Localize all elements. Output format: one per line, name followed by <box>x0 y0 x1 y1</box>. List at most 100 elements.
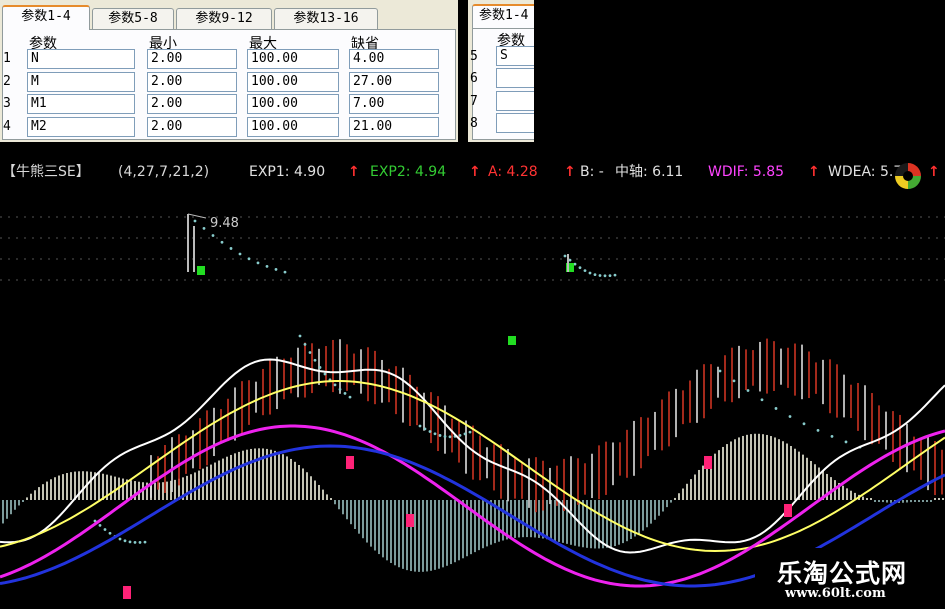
histogram-bar <box>302 468 304 500</box>
param-max-field[interactable]: 100.00 <box>247 94 339 114</box>
price-bar <box>675 388 677 438</box>
histogram-bar <box>50 479 52 500</box>
histogram-bar <box>878 500 880 502</box>
price-bar <box>843 374 845 418</box>
param-default-field[interactable]: 27.00 <box>349 72 439 92</box>
price-bar <box>409 374 411 426</box>
price-bar <box>150 455 152 498</box>
price-bar <box>234 387 236 441</box>
dot-marker <box>202 226 206 230</box>
param-name-field[interactable] <box>496 91 534 111</box>
price-bar <box>262 368 264 416</box>
histogram-bar <box>566 500 568 544</box>
param-max-field[interactable]: 100.00 <box>247 72 339 92</box>
tab-params-13-16[interactable]: 参数13-16 <box>274 8 378 29</box>
param-min-field[interactable]: 2.00 <box>147 117 237 137</box>
param-default-field[interactable]: 21.00 <box>349 117 439 137</box>
histogram-bar <box>630 500 632 539</box>
price-bar <box>703 364 705 419</box>
histogram-bar <box>842 485 844 500</box>
param-panel: 参数 最小 最大 缺省 1 N 2.00 100.00 4.00 2 M 2.0… <box>2 29 456 140</box>
histogram-bar <box>214 462 216 500</box>
param-min-field[interactable]: 2.00 <box>147 94 237 114</box>
param-min-field[interactable]: 2.00 <box>147 49 237 69</box>
histogram-bar <box>350 500 352 525</box>
histogram-bar <box>102 473 104 500</box>
tab-params-1-4[interactable]: 参数1-4 <box>2 5 90 30</box>
up-arrow-icon: ↑ <box>808 164 820 180</box>
param-max-field[interactable]: 100.00 <box>247 49 339 69</box>
histogram-bar <box>890 500 892 503</box>
dot-marker <box>133 541 137 544</box>
tab-params-9-12[interactable]: 参数9-12 <box>176 8 272 29</box>
param-name-field[interactable] <box>496 113 534 133</box>
indicator-chart[interactable]: 9.48 <box>0 186 945 609</box>
price-bar <box>836 364 838 418</box>
price-bar <box>934 441 936 496</box>
histogram-bar <box>906 500 908 503</box>
dot-marker <box>458 434 462 437</box>
price-bar <box>752 350 754 386</box>
dot-marker <box>438 434 442 437</box>
histogram-bar <box>286 456 288 500</box>
histogram-bar <box>458 500 460 561</box>
histogram-bar <box>254 448 256 500</box>
histogram-bar <box>922 500 924 502</box>
dot-marker <box>256 261 260 265</box>
histogram-bar <box>338 500 340 510</box>
dot-marker <box>598 274 602 277</box>
histogram-bar <box>690 479 692 500</box>
histogram-bar <box>654 500 656 520</box>
price-bar <box>815 362 817 394</box>
param-max-field[interactable]: 100.00 <box>247 117 339 137</box>
histogram-bar <box>794 448 796 500</box>
histogram-bar <box>582 500 584 548</box>
histogram-bar <box>438 500 440 569</box>
histogram-bar <box>378 500 380 555</box>
up-arrow-icon: ↑ <box>469 164 481 180</box>
histogram-bar <box>926 500 928 502</box>
dot-marker <box>123 539 127 543</box>
price-bar <box>591 453 593 499</box>
param-min-field[interactable]: 2.00 <box>147 72 237 92</box>
param-name-field[interactable]: M <box>27 72 135 92</box>
price-bar <box>535 457 537 513</box>
price-bar <box>374 350 376 405</box>
param-name-field[interactable]: S <box>496 46 534 66</box>
histogram-bar <box>454 500 456 563</box>
tab-params-1-4-secondary[interactable]: 参数1-4 <box>472 4 534 28</box>
histogram-bar <box>186 475 188 500</box>
histogram-bar <box>226 456 228 500</box>
dot-marker <box>348 395 352 399</box>
dot-marker <box>732 379 736 383</box>
param-name-field[interactable]: N <box>27 49 135 69</box>
histogram-bar <box>2 500 4 524</box>
histogram-bar <box>34 490 36 500</box>
param-default-field[interactable]: 7.00 <box>349 94 439 114</box>
price-bar <box>682 390 684 425</box>
param-name-field[interactable]: M2 <box>27 117 135 137</box>
param-name-field[interactable]: M1 <box>27 94 135 114</box>
dot-marker <box>323 372 327 376</box>
dot-marker <box>103 528 107 531</box>
price-bar <box>850 384 852 418</box>
histogram-bar <box>166 481 168 500</box>
param-name-field[interactable] <box>496 68 534 88</box>
param-default-field[interactable]: 4.00 <box>349 49 439 69</box>
dot-marker <box>343 392 347 395</box>
histogram-bar <box>558 500 560 542</box>
dot-marker <box>802 422 806 426</box>
histogram-bar <box>530 500 532 538</box>
tab-params-5-8[interactable]: 参数5-8 <box>92 8 174 29</box>
price-bar <box>311 343 313 394</box>
indicator-name[interactable]: 【牛熊三SE】 <box>2 160 90 184</box>
histogram-bar <box>6 500 8 519</box>
dot-marker <box>830 435 834 438</box>
price-bar <box>367 347 369 402</box>
histogram-bar <box>270 449 272 500</box>
price-bar <box>654 411 656 450</box>
histogram-bar <box>274 450 276 500</box>
histogram-bar <box>294 461 296 500</box>
histogram-bar <box>766 434 768 500</box>
histogram-bar <box>650 500 652 524</box>
